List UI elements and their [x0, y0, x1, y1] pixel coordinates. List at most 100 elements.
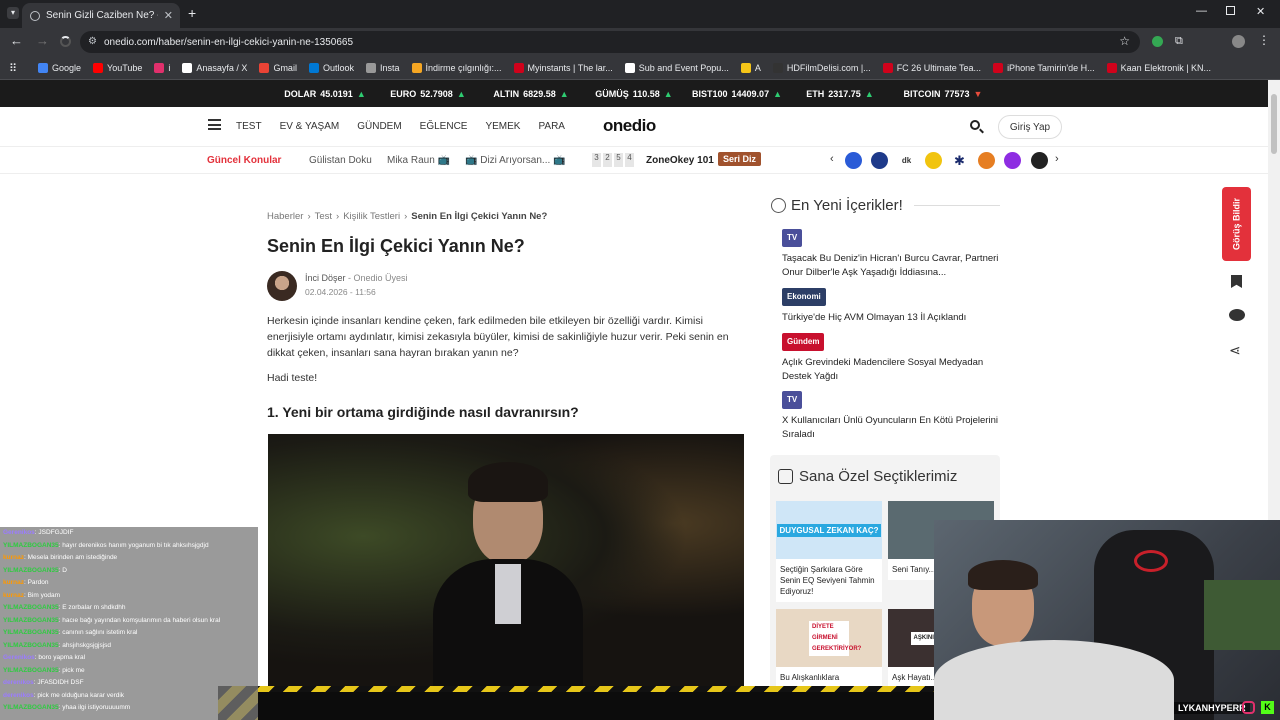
nav-item-para[interactable]: PARA [538, 121, 565, 132]
chat-message: YILMAZBOGAN35: hacıe bağı yayından komşu… [3, 616, 221, 624]
news-item[interactable]: Ekonomi Türkiye'de Hiç AVM Olmayan 13 İl… [782, 288, 1000, 325]
topic-item[interactable]: Mika Raun 📺 [387, 155, 450, 166]
stream-chat: Gerenikos: JSDFGJDIF YILMAZBOGAN35: hayı… [0, 527, 258, 720]
url-text: onedio.com/haber/senin-en-ilgi-cekici-ya… [104, 36, 354, 48]
question-video[interactable] [268, 434, 744, 690]
forward-icon[interactable]: → [36, 33, 49, 48]
site-info-icon[interactable]: ⚙ [88, 36, 97, 47]
channel-logo-icon[interactable]: dk [898, 152, 915, 169]
category-badge[interactable]: TV [782, 229, 803, 247]
back-icon[interactable]: ← [10, 33, 23, 48]
new-tab-icon[interactable]: + [188, 5, 196, 21]
bookmark-item[interactable]: İndirme çılgınlığı:... [411, 62, 502, 73]
url-input[interactable]: ⚙ onedio.com/haber/senin-en-ilgi-cekici-… [80, 31, 1140, 53]
bookmark-favicon-icon [182, 62, 193, 73]
share-icon[interactable]: ⋖ [1229, 342, 1241, 359]
bookmark-item[interactable]: Anasayfa / X [182, 62, 247, 73]
news-item[interactable]: TV X Kullanıcıları Ünlü Oyuncuların En K… [782, 391, 1000, 442]
news-item[interactable]: TV Taşacak Bu Deniz'in Hicran'ı Burcu Ca… [782, 229, 1000, 280]
breadcrumb-item[interactable]: Haberler [267, 211, 303, 222]
overlay-bar [258, 692, 934, 720]
channel-logo-icon[interactable] [871, 152, 888, 169]
up-arrow-icon: ▲ [456, 88, 466, 99]
bookmark-item[interactable]: iPhone Tamirin'de H... [993, 62, 1095, 73]
nav-item-test[interactable]: TEST [236, 121, 262, 132]
ticker-item: ETH 2317.75 ▲ [806, 88, 874, 99]
browser-tab[interactable]: Senin Gizli Caziben Ne? - Oned ✕ [22, 3, 180, 28]
bookmark-star-icon[interactable]: ☆ [1119, 34, 1130, 48]
minimize-icon[interactable]: — [1196, 5, 1207, 17]
breadcrumb-item[interactable]: Test [315, 211, 332, 222]
nav-item-gundem[interactable]: GÜNDEM [357, 121, 401, 132]
chevron-left-icon[interactable]: ‹ [830, 153, 834, 165]
bookmark-item[interactable]: FC 26 Ultimate Tea... [882, 62, 981, 73]
close-window-icon[interactable]: ✕ [1256, 5, 1265, 18]
bookmark-favicon-icon [624, 62, 635, 73]
tab-close-icon[interactable]: ✕ [164, 9, 173, 22]
scrollbar-thumb[interactable] [1271, 94, 1277, 154]
channel-logo-icon[interactable] [925, 152, 942, 169]
publish-date: 02.04.2026 - 11:56 [305, 287, 376, 297]
category-badge[interactable]: TV [782, 391, 803, 409]
bookmark-item[interactable]: HDFilmDelisi.com |... [772, 62, 871, 73]
breadcrumb-item[interactable]: Kişilik Testleri [343, 211, 400, 222]
chat-message: YILMAZBOGAN35: D [3, 566, 67, 574]
pick-card[interactable]: DİYETE GİRMENİ GEREKTİRİYOR? Bu Alışkanl… [776, 609, 882, 688]
apps-grid-icon[interactable]: ⠿ [9, 62, 17, 75]
zone-label[interactable]: ZoneOkey 101 [646, 155, 714, 166]
pick-card[interactable]: DUYGUSAL ZEKAN KAÇ? Seçtiğin Şarkılara G… [776, 501, 882, 602]
bookmark-item[interactable]: Outlook [308, 62, 354, 73]
bookmark-item[interactable]: A [740, 62, 761, 73]
bookmark-item[interactable]: i [154, 62, 170, 73]
seri-diz-button[interactable]: Seri Diz [718, 152, 762, 166]
browser-menu-icon[interactable]: ⋮ [1258, 33, 1270, 47]
chat-message: YILMAZBOGAN35: hayır derenikos hanım yog… [3, 541, 209, 549]
up-arrow-icon: ▲ [864, 88, 874, 99]
extensions-puzzle-icon[interactable]: ⧉ [1175, 35, 1183, 48]
bookmark-item[interactable]: Myinstants | The lar... [513, 62, 613, 73]
search-icon[interactable] [970, 120, 984, 134]
category-badge[interactable]: Ekonomi [782, 288, 826, 306]
bookmark-item[interactable]: Sub and Event Popu... [624, 62, 729, 73]
site-logo[interactable]: onedio [603, 116, 656, 136]
channel-logo-icon[interactable]: ✱ [951, 152, 968, 169]
zone-digits[interactable]: 3 2 5 4 [592, 153, 634, 167]
bookmark-item[interactable]: YouTube [93, 62, 142, 73]
extension-icon[interactable] [1152, 36, 1163, 47]
feedback-button[interactable]: Görüş Bildir [1222, 187, 1251, 261]
ticker-item: GÜMÜŞ 110.58 ▲ [595, 88, 673, 99]
chat-message: derenikos: pick me olduğuna karar verdik [3, 691, 125, 699]
news-item[interactable]: Gündem Açlık Grevindeki Madencilere Sosy… [782, 333, 1000, 384]
channel-logo-icon[interactable] [978, 152, 995, 169]
streamer-name: LYKANHYPERR [1174, 702, 1250, 714]
bookmark-item[interactable]: Gmail [259, 62, 297, 73]
hamburger-menu-icon[interactable] [208, 119, 221, 130]
down-arrow-icon: ▼ [973, 88, 983, 99]
nav-item-ev-yasam[interactable]: EV & YAŞAM [280, 121, 340, 132]
topic-item[interactable]: Gülistan Doku [309, 155, 372, 166]
loading-spinner-icon[interactable] [60, 36, 71, 47]
profile-avatar-icon[interactable] [1232, 35, 1245, 48]
chevron-right-icon[interactable]: › [1055, 153, 1059, 165]
instagram-icon [1242, 701, 1255, 714]
author-avatar[interactable] [267, 271, 297, 301]
bookmark-item[interactable]: Google [38, 62, 81, 73]
channel-logo-icon[interactable] [1031, 152, 1048, 169]
article-intro: Herkesin içinde insanları kendine çeken,… [267, 315, 729, 359]
tab-search-icon[interactable]: ▾ [7, 7, 19, 19]
tab-favicon-icon [30, 10, 40, 21]
category-badge[interactable]: Gündem [782, 333, 825, 351]
login-button[interactable]: Giriş Yap [998, 115, 1062, 139]
bookmark-item[interactable]: Insta [365, 62, 400, 73]
channel-logo-icon[interactable] [1004, 152, 1021, 169]
comments-icon[interactable] [1229, 309, 1245, 321]
channel-logo-icon[interactable] [845, 152, 862, 169]
topic-item[interactable]: 📺 Dizi Arıyorsan... 📺 [465, 155, 565, 166]
bookmark-item[interactable]: Kaan Elektronik | KN... [1106, 62, 1211, 73]
maximize-icon[interactable] [1226, 6, 1235, 15]
nav-item-yemek[interactable]: YEMEK [485, 121, 520, 132]
bookmark-icon[interactable] [1231, 275, 1242, 288]
nav-item-eglence[interactable]: EĞLENCE [420, 121, 468, 132]
author-name[interactable]: İnci Döşer [305, 273, 346, 283]
pick-thumbnail: DUYGUSAL ZEKAN KAÇ? [776, 501, 882, 559]
